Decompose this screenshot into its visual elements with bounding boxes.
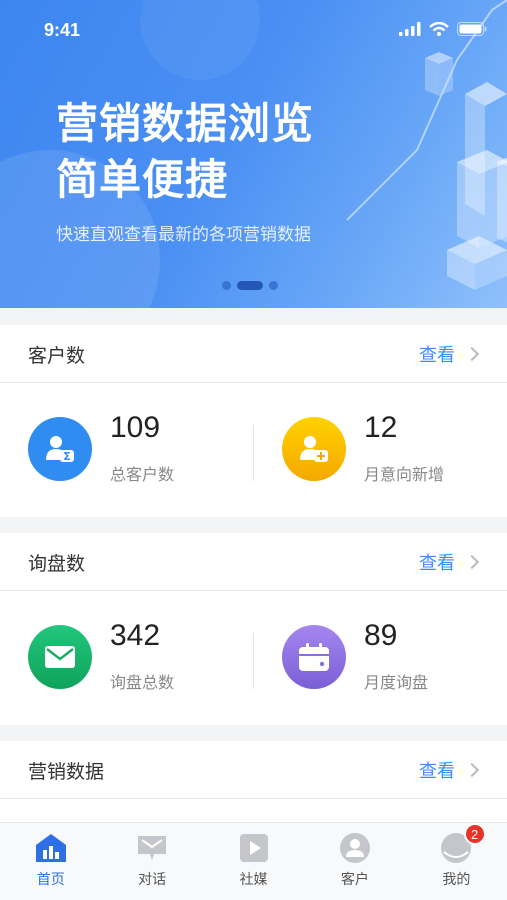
wifi-icon [429, 22, 449, 36]
tab-label: 客户 [340, 872, 369, 888]
stat-monthly-new[interactable]: 12 月意向新增 [282, 411, 502, 487]
section-header: 询盘数 查看 [0, 533, 507, 591]
carousel-dot[interactable] [222, 281, 231, 290]
tab-me[interactable]: 我的 2 [406, 823, 507, 900]
stat-value: 89 [364, 619, 398, 652]
chat-icon [135, 831, 169, 865]
carousel-dot-active[interactable] [237, 281, 263, 290]
customer-sum-icon: Σ [28, 417, 92, 481]
section-header: 客户数 查看 [0, 325, 507, 383]
calendar-icon [282, 625, 346, 689]
banner-subtitle: 快速直观查看最新的各项营销数据 [56, 225, 311, 245]
customer-add-icon [282, 417, 346, 481]
view-inquiries-link[interactable]: 查看 [419, 549, 480, 575]
section-title: 营销数据 [28, 761, 105, 783]
section-title: 询盘数 [28, 553, 86, 575]
view-customers-link[interactable]: 查看 [419, 341, 480, 367]
view-link-label: 查看 [419, 761, 455, 782]
tab-label: 对话 [138, 872, 167, 888]
tab-customers[interactable]: 客户 [304, 823, 405, 900]
banner-title: 营销数据浏览 简单便捷 [56, 96, 314, 208]
chevron-right-icon [464, 554, 480, 570]
divider [253, 633, 254, 689]
view-marketing-link[interactable]: 查看 [419, 757, 480, 783]
section-title: 客户数 [28, 345, 86, 367]
home-chart-icon [34, 831, 68, 865]
stats-row: 342 询盘总数 89 月度询盘 [0, 591, 507, 725]
person-icon [338, 831, 372, 865]
tab-label: 我的 [442, 872, 471, 888]
svg-text:Σ: Σ [63, 450, 71, 463]
stat-label: 月意向新增 [364, 465, 445, 484]
stat-value: 342 [110, 619, 161, 652]
view-link-label: 查看 [419, 553, 455, 574]
stats-row: Σ 109 总客户数 12 月意向新增 [0, 383, 507, 517]
stat-total-inquiries[interactable]: 342 询盘总数 [28, 619, 248, 695]
signal-icon [399, 22, 421, 36]
customers-section: 客户数 查看 Σ 109 总客户数 12 月意向新增 [0, 325, 507, 517]
carousel-indicator[interactable] [222, 281, 278, 290]
chevron-right-icon [464, 346, 480, 362]
banner-title-line1: 营销数据浏览 [56, 99, 315, 148]
view-link-label: 查看 [419, 345, 455, 366]
banner-title-line2: 简单便捷 [56, 155, 229, 204]
chevron-right-icon [464, 762, 480, 778]
tab-label: 社媒 [239, 872, 268, 888]
tab-social[interactable]: 社媒 [203, 823, 304, 900]
carousel-dot[interactable] [269, 281, 278, 290]
stat-monthly-inquiries[interactable]: 89 月度询盘 [282, 619, 502, 695]
section-header: 营销数据 查看 [0, 741, 507, 799]
tab-label: 首页 [36, 872, 65, 888]
battery-icon [457, 22, 487, 36]
tab-home[interactable]: 首页 [0, 823, 101, 900]
inquiries-section: 询盘数 查看 342 询盘总数 89 月度询盘 [0, 533, 507, 725]
play-icon [237, 831, 271, 865]
notification-badge: 2 [463, 823, 486, 845]
stat-label: 总客户数 [110, 465, 175, 484]
divider [253, 425, 254, 481]
marketing-section: 营销数据 查看 [0, 741, 507, 831]
status-bar: 9:41 [0, 18, 507, 46]
stat-value: 12 [364, 411, 398, 444]
bar-chart-illustration [346, 0, 507, 290]
mail-icon [28, 625, 92, 689]
status-time: 9:41 [44, 20, 81, 40]
hero-banner[interactable]: 9:41 营销数据浏览 简单便捷 快速直观查看最新的各项营销数据 [0, 0, 507, 308]
stat-value: 109 [110, 411, 161, 444]
bottom-tab-bar: 首页 对话 社媒 客户 我的 2 [0, 822, 507, 900]
stat-label: 月度询盘 [364, 673, 429, 692]
stat-total-customers[interactable]: Σ 109 总客户数 [28, 411, 248, 487]
tab-chat[interactable]: 对话 [101, 823, 202, 900]
stat-label: 询盘总数 [110, 673, 175, 692]
